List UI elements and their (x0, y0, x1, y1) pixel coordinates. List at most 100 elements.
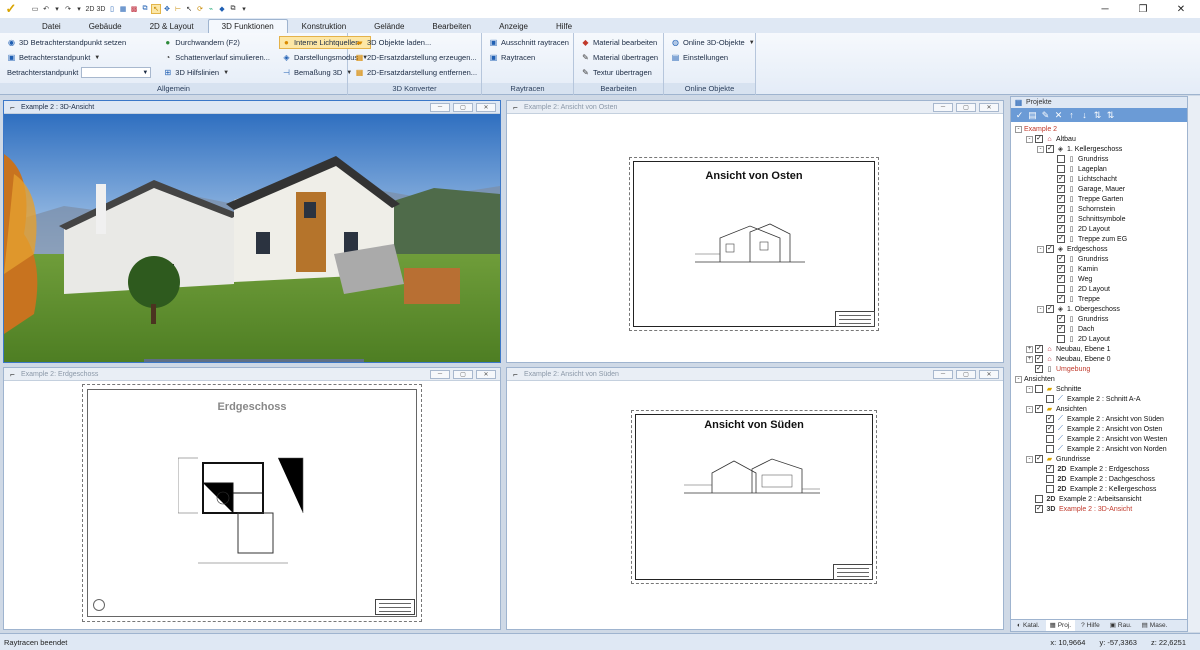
settings-button[interactable]: ▤ Einstellungen (668, 51, 758, 64)
tab-3d-funktionen[interactable]: 3D Funktionen (207, 19, 288, 33)
shadow-button[interactable]: ◔ Schattenverlauf simulieren... (160, 51, 273, 64)
tree-checkbox[interactable]: ✓ (1035, 135, 1043, 143)
tab-raum[interactable]: ▣ Rau. (1106, 620, 1136, 631)
online-3d-objects-button[interactable]: ◍ Online 3D-Objekte ▼ (668, 36, 758, 49)
tree-expand-icon[interactable]: + (1026, 345, 1033, 353)
tree-checkbox[interactable]: ✓ (1046, 425, 1054, 433)
tree-item[interactable]: - ▰ Schnitte (1011, 384, 1187, 394)
tree-item[interactable]: - ✓ ▰ Ansichten (1011, 404, 1187, 414)
undo-dropdown-icon[interactable]: ▾ (52, 4, 62, 14)
tree-item[interactable]: ✓ 2D Example 2 : Erdgeschoss (1011, 464, 1187, 474)
raytrace-region-button[interactable]: ▣ Ausschnitt raytracen (486, 36, 572, 49)
tree-checkbox[interactable] (1057, 285, 1065, 293)
fit-view-icon[interactable]: ⧉ (140, 4, 150, 14)
panel-scrollbar[interactable] (1188, 96, 1200, 632)
tree-checkbox[interactable] (1057, 155, 1065, 163)
layout-icon[interactable]: ▦ (118, 4, 128, 14)
tree-item[interactable]: ✓ ▯ Lichtschacht (1011, 174, 1187, 184)
tree-checkbox[interactable] (1035, 495, 1043, 503)
tree-item[interactable]: - ✓ ◈ 1. Kellergeschoss (1011, 144, 1187, 154)
redo-icon[interactable]: ↷ (63, 4, 73, 14)
viewport-south[interactable]: ⌐ Example 2: Ansicht von Süden ─ ▢ ✕ Ansich… (506, 367, 1004, 630)
snap-icon[interactable]: ⌁ (206, 4, 216, 14)
new-file-icon[interactable]: ▭ (30, 4, 40, 14)
maximize-button[interactable]: ❐ (1124, 0, 1162, 18)
tree-item[interactable]: - Ansichten (1011, 374, 1187, 384)
viewport-close-button[interactable]: ✕ (476, 102, 496, 112)
tab-anzeige[interactable]: Anzeige (485, 19, 542, 33)
tree-expand-icon[interactable]: - (1015, 375, 1022, 383)
undo-icon[interactable]: ↶ (41, 4, 51, 14)
viewport-close-button[interactable]: ✕ (476, 369, 496, 379)
tree-item[interactable]: ▯ Grundriss (1011, 154, 1187, 164)
tree-checkbox[interactable]: ✓ (1035, 355, 1043, 363)
viewport-maximize-button[interactable]: ▢ (956, 369, 976, 379)
rotate-icon[interactable]: ⟳ (195, 4, 205, 14)
tree-item[interactable]: ✓ ▯ Treppe zum EG (1011, 234, 1187, 244)
viewport-minimize-button[interactable]: ─ (430, 369, 450, 379)
viewport-east[interactable]: ⌐ Example 2: Ansicht von Osten ─ ▢ ✕ Ansich… (506, 100, 1004, 363)
tree-checkbox[interactable]: ✓ (1035, 455, 1043, 463)
tree-item[interactable]: ✓ ▯ Garage, Mauer (1011, 184, 1187, 194)
create-2d-representation-button[interactable]: ▦ 2D-Ersatzdarstellung erzeugen... (352, 51, 480, 64)
copy-icon[interactable]: ⧉ (228, 4, 238, 14)
sort-az-icon[interactable]: ⇅ (1093, 110, 1102, 121)
tree-checkbox[interactable]: ✓ (1035, 505, 1043, 513)
qat-customize-icon[interactable]: ▾ (239, 4, 249, 14)
tab-projekt[interactable]: ▦ Proj. (1045, 620, 1076, 631)
tree-checkbox[interactable]: ✓ (1057, 235, 1065, 243)
tree-expand-icon[interactable]: - (1037, 245, 1044, 253)
viewport-maximize-button[interactable]: ▢ (453, 369, 473, 379)
sort-za-icon[interactable]: ⇅ (1106, 110, 1115, 121)
tree-checkbox[interactable] (1035, 385, 1043, 393)
check-icon[interactable]: ✓ (1015, 110, 1024, 121)
tree-checkbox[interactable]: ✓ (1046, 465, 1054, 473)
viewport-close-button[interactable]: ✕ (979, 102, 999, 112)
tree-item[interactable]: ✓ ▯ Schornstein (1011, 204, 1187, 214)
tree-item[interactable]: ✓ ▯ Treppe (1011, 294, 1187, 304)
tree-checkbox[interactable] (1046, 435, 1054, 443)
tab-datei[interactable]: Datei (28, 19, 75, 33)
tree-item[interactable]: ✓ ⟋ Example 2 : Ansicht von Süden (1011, 414, 1187, 424)
tree-item[interactable]: ✓ ⟋ Example 2 : Ansicht von Osten (1011, 424, 1187, 434)
tree-checkbox[interactable]: ✓ (1057, 205, 1065, 213)
tree-item[interactable]: ⟋ Example 2 : Schnitt A-A (1011, 394, 1187, 404)
tree-item[interactable]: 2D Example 2 : Kellergeschoss (1011, 484, 1187, 494)
tab-2d-layout[interactable]: 2D & Layout (136, 19, 208, 33)
tab-gebaeude[interactable]: Gebäude (75, 19, 136, 33)
tree-item[interactable]: - ✓ ◈ Erdgeschoss (1011, 244, 1187, 254)
tree-item[interactable]: ✓ ▯ Grundriss (1011, 254, 1187, 264)
tree-checkbox[interactable]: ✓ (1057, 275, 1065, 283)
viewpoint-menu-button[interactable]: ▣ Betrachterstandpunkt ▼ (4, 51, 154, 64)
pan-icon[interactable]: ✥ (162, 4, 172, 14)
tree-item[interactable]: ▯ Lageplan (1011, 164, 1187, 174)
tab-bearbeiten[interactable]: Bearbeiten (418, 19, 485, 33)
helper-lines-button[interactable]: ⊞ 3D Hilfslinien ▼ (160, 66, 273, 79)
view-3d-icon[interactable]: 3D (96, 4, 106, 14)
tree-expand-icon[interactable]: - (1026, 135, 1033, 143)
tab-gelaende[interactable]: Gelände (360, 19, 418, 33)
tree-checkbox[interactable]: ✓ (1046, 245, 1054, 253)
tree-item[interactable]: ✓ ▯ Umgebung (1011, 364, 1187, 374)
delete-icon[interactable]: ✕ (1054, 110, 1063, 121)
tree-checkbox[interactable]: ✓ (1057, 265, 1065, 273)
viewpoint-select[interactable]: ▼ (81, 67, 152, 78)
grid-icon[interactable]: ▩ (129, 4, 139, 14)
viewport-close-button[interactable]: ✕ (979, 369, 999, 379)
tree-checkbox[interactable] (1046, 475, 1054, 483)
tree-checkbox[interactable]: ✓ (1057, 195, 1065, 203)
tree-checkbox[interactable]: ✓ (1046, 145, 1054, 153)
tab-hilfe-panel[interactable]: ? Hilfe (1077, 620, 1104, 631)
tree-checkbox[interactable]: ✓ (1057, 325, 1065, 333)
tree-item[interactable]: ✓ ▯ Dach (1011, 324, 1187, 334)
tree-expand-icon[interactable]: - (1037, 305, 1044, 313)
tree-item[interactable]: - Example 2 (1011, 124, 1187, 134)
tree-checkbox[interactable] (1046, 445, 1054, 453)
tab-hilfe[interactable]: Hilfe (542, 19, 586, 33)
tree-item[interactable]: ✓ 3D Example 2 : 3D-Ansicht (1011, 504, 1187, 514)
walk-button[interactable]: ● Durchwandern (F2) (160, 36, 273, 49)
minimize-button[interactable]: ─ (1086, 0, 1124, 18)
viewport-maximize-button[interactable]: ▢ (956, 102, 976, 112)
tree-expand-icon[interactable]: - (1015, 125, 1022, 133)
add-icon[interactable]: ▤ (1028, 110, 1037, 121)
